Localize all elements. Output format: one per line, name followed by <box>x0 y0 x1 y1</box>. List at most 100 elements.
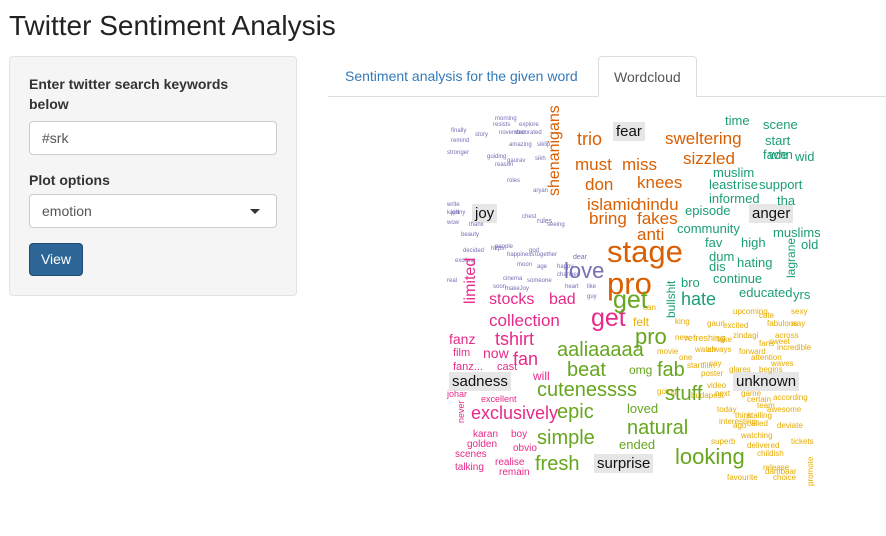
word-surprise: beat <box>567 359 606 381</box>
word-sadness: talking <box>455 462 484 473</box>
word-anger: lagrane <box>784 237 798 278</box>
word-surprise: fab <box>657 359 685 381</box>
word-anger: time <box>725 113 750 128</box>
plot-options-value: emotion <box>42 203 92 219</box>
word-joy: someone <box>527 278 552 284</box>
search-label: Enter twitter search keywords below <box>29 76 229 112</box>
word-joy: https <box>491 246 505 252</box>
word-surprise: fresh <box>535 453 580 475</box>
word-surprise: natural <box>627 417 689 439</box>
word-anger: high <box>741 235 766 250</box>
word-unknown: watch <box>695 345 716 354</box>
word-fear: must <box>575 155 612 174</box>
word-joy: sikh <box>535 156 546 162</box>
word-joy: roles <box>507 178 521 184</box>
word-joy: guiding <box>487 154 507 160</box>
word-anger: community <box>677 221 740 236</box>
word-unknown: next <box>715 389 731 398</box>
search-input[interactable]: #srk <box>29 121 277 155</box>
word-anger: face <box>763 147 788 162</box>
word-sadness: scenes <box>455 449 487 460</box>
word-joy: decorated <box>515 130 542 136</box>
word-fear: knees <box>637 173 683 192</box>
category-label-fear: fear <box>613 122 645 141</box>
word-joy: seeing <box>547 222 565 228</box>
tab-sentiment-analysis[interactable]: Sentiment analysis for the given word <box>330 56 593 97</box>
word-unknown: interesting <box>719 417 756 426</box>
word-unknown: awesome <box>767 405 802 414</box>
word-sadness: collection <box>489 311 560 330</box>
word-anger: least <box>709 177 737 192</box>
word-sadness: never <box>456 399 466 423</box>
word-anger: fav <box>705 235 723 250</box>
word-fear: bring <box>589 209 627 228</box>
word-joy: happiness <box>507 252 535 258</box>
wordcloud: fear joy anger sadness unknown surprise … <box>447 105 825 486</box>
word-fear: trio <box>577 129 603 149</box>
sidebar-panel: Enter twitter search keywords below #srk… <box>9 56 297 296</box>
word-sadness: fanz... <box>453 361 483 373</box>
word-joy: decided <box>463 248 485 254</box>
word-unknown: way <box>791 319 806 328</box>
word-anger: bullshit <box>664 280 678 318</box>
word-sadness: johar <box>447 389 468 399</box>
plot-options-select[interactable]: emotion <box>29 194 277 228</box>
category-label-surprise: surprise <box>594 454 654 473</box>
word-unknown: sweet <box>769 337 790 346</box>
word-joy: gaurav <box>507 158 526 164</box>
word-anger: episode <box>685 203 731 218</box>
word-unknown: childish <box>757 449 784 458</box>
word-unknown: promote <box>806 456 815 486</box>
word-surprise: get <box>613 286 648 314</box>
chevron-down-icon <box>250 209 260 214</box>
word-surprise: cutenessss <box>537 379 638 401</box>
word-sadness: now <box>483 345 509 361</box>
word-sadness: cast <box>497 361 518 373</box>
word-surprise: simple <box>537 427 595 449</box>
tab-wordcloud[interactable]: Wordcloud <box>598 56 697 97</box>
word-surprise: aaliaaaaa <box>557 339 644 361</box>
word-sadness: obvio <box>513 443 537 454</box>
word-unknown: choice <box>773 473 797 482</box>
word-anger: scene <box>763 117 798 132</box>
word-anger: hate <box>681 289 717 309</box>
word-joy: explore <box>519 122 539 128</box>
word-joy: siklip <box>537 142 551 148</box>
word-joy: finally <box>451 128 467 134</box>
word-joy: happy <box>557 264 574 270</box>
word-anger: support <box>759 177 803 192</box>
word-anger: hating <box>737 255 773 270</box>
word-anger: old <box>801 237 819 252</box>
word-joy: moon <box>517 262 533 268</box>
word-fear: shenanigans <box>546 105 563 196</box>
word-unknown: cute <box>759 311 775 320</box>
word-joy: beauty <box>461 232 480 238</box>
word-sadness: film <box>453 347 471 359</box>
word-joy: guy <box>587 294 597 300</box>
word-anger: educated <box>739 285 793 300</box>
word-joy: wow <box>447 220 460 226</box>
word-joy: real <box>447 278 458 284</box>
word-joy: cinema <box>503 276 523 282</box>
plot-options-label: Plot options <box>29 172 110 188</box>
word-unknown: glares <box>729 365 751 374</box>
word-unknown: refreshing <box>685 333 726 343</box>
word-anger: yrs <box>793 287 811 302</box>
word-joy: changed <box>557 272 581 278</box>
word-joy: heart <box>565 284 579 290</box>
word-joy: together <box>535 252 558 258</box>
word-unknown: poster <box>701 369 724 378</box>
word-unknown: zindagi <box>733 331 759 340</box>
word-anger: continue <box>713 271 763 286</box>
word-unknown: according <box>773 393 808 402</box>
word-joy: resists <box>493 122 511 128</box>
word-anger: bro <box>681 275 700 290</box>
category-label-joy: joy <box>472 204 498 223</box>
word-sadness: exclusively <box>471 403 559 423</box>
word-surprise: looking <box>675 444 745 469</box>
word-unknown: deviate <box>777 421 803 430</box>
view-button[interactable]: View <box>29 243 83 276</box>
word-joy: age <box>537 264 548 270</box>
word-joy: amazing <box>509 142 532 148</box>
word-unknown: today <box>717 405 737 414</box>
